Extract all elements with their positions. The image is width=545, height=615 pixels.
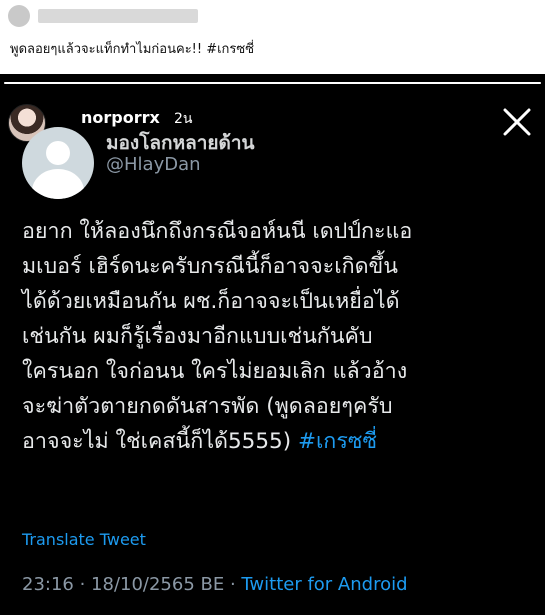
tweet-meta: 23:16 · 18/10/2565 BE · Twitter for Andr… (22, 574, 408, 595)
story-progress-fill (4, 82, 541, 84)
tweet-text-line: จะฆ่าตัวตายกดดันสารพัด (พูดลอยๆครับ (22, 394, 393, 419)
story-username[interactable]: norporrx (81, 108, 160, 127)
tweet-text-line: ใครนอก ใจก่อนน ใครไม่ยอมเลิก แล้วอ้าง (22, 359, 408, 384)
translate-tweet-link: Translate Tweet (22, 530, 146, 549)
post-header: พูดลอยๆแล้วจะแท็กทำไมก่อนคะ!! #เกรซซี่ (0, 0, 545, 68)
tweet-handle: @HlayDan (106, 154, 201, 175)
story-time: 2น (174, 111, 193, 127)
author-avatar[interactable] (8, 5, 30, 27)
story-progress-bar (4, 82, 541, 84)
tweet-text-line: อาจจะไม่ ใช่เคสนี้ก็ได้5555) (22, 429, 292, 454)
tweet-source: Twitter for Android (241, 574, 408, 595)
story-view[interactable]: norporrx 2น มองโลกหลายด้าน @HlayDan อยาก… (0, 74, 545, 615)
tweet-text: อยาก ให้ลองนึกถึงกรณีจอห์นนี เดปป์กะแอ ม… (22, 214, 532, 459)
tweet-avatar-default-icon (22, 127, 94, 199)
post-caption: พูดลอยๆแล้วจะแท็กทำไมก่อนคะ!! #เกรซซี่ (10, 42, 255, 57)
author-name-redacted[interactable] (38, 9, 198, 23)
tweet-text-line: ได้ด้วยเหมือนกัน ผช.ก็อาจจะเป็นเหยื่อได้ (22, 289, 400, 314)
tweet-text-line-last: อาจจะไม่ ใช่เคสนี้ก็ได้5555) #เกรซซี่ (22, 424, 532, 459)
tweet-timestamp: 23:16 · 18/10/2565 BE · (22, 574, 242, 595)
close-icon[interactable] (497, 102, 537, 142)
tweet-text-line: เช่นกัน ผมก็รู้เรื่องมาอีกแบบเช่นกันคับ (22, 324, 373, 349)
tweet-hashtag: #เกรซซี่ (297, 429, 378, 454)
tweet-text-line: มเบอร์ เฮิร์ดนะครับกรณีนี้ก็อาจจะเกิดขึ้… (22, 254, 398, 279)
tweet-text-line: อยาก ให้ลองนึกถึงกรณีจอห์นนี เดปป์กะแอ (22, 219, 413, 244)
